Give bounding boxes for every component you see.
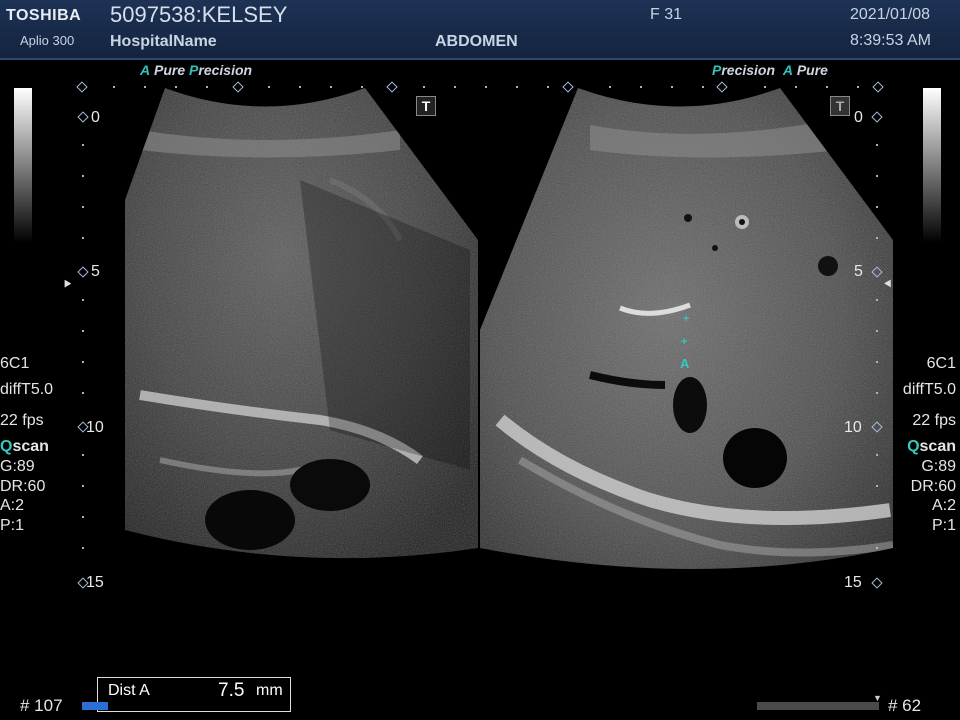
- left-frame-number: # 107: [20, 696, 63, 715]
- measurement-value: 7.5: [218, 680, 245, 701]
- scale-dot-marker: [702, 86, 704, 88]
- depth-dot-marker: [876, 175, 878, 177]
- scale-dot-marker: [113, 86, 115, 88]
- depth-label-5: 5: [91, 263, 100, 280]
- depth-dot-marker: [82, 206, 84, 208]
- cine-marker-icon: ▼: [873, 693, 882, 703]
- scale-dot-marker: [299, 86, 301, 88]
- a-label: A:2: [0, 497, 25, 514]
- right-sector-image: [480, 88, 893, 569]
- caliper-icon[interactable]: +: [681, 336, 687, 348]
- scale-dot-marker: [175, 86, 177, 88]
- grayscale-bar-left: [14, 88, 32, 243]
- probe-label-right: 6C1: [926, 355, 956, 372]
- depth-dot-marker: [82, 361, 84, 363]
- depth-label-5-right: 5: [854, 263, 863, 280]
- depth-label-15: 15: [86, 574, 104, 591]
- measurement-label: Dist A: [108, 682, 150, 699]
- scale-dot-marker: [826, 86, 828, 88]
- dynamic-range-label-right: DR:60: [910, 478, 956, 495]
- depth-dot-marker: [876, 392, 878, 394]
- scale-dot-marker: [144, 86, 146, 88]
- depth-label-15-right: 15: [844, 574, 862, 591]
- depth-dot-marker: [82, 392, 84, 394]
- depth-dot-marker: [82, 485, 84, 487]
- depth-dot-marker: [876, 485, 878, 487]
- scale-dot-marker: [764, 86, 766, 88]
- gain-label: G:89: [0, 458, 35, 475]
- depth-dot-marker: [876, 330, 878, 332]
- dynamic-range-label: DR:60: [0, 478, 46, 495]
- right-frame-number: # 62: [888, 696, 922, 715]
- depth-dot-marker: [82, 175, 84, 177]
- depth-dot-marker: [82, 237, 84, 239]
- focus-arrow-icon[interactable]: ⯈: [62, 276, 73, 293]
- mode-label-right: diffT5.0: [902, 381, 956, 398]
- depth-dot-marker: [876, 454, 878, 456]
- depth-label-0: 0: [91, 109, 100, 126]
- scale-dot-marker: [454, 86, 456, 88]
- depth-dot-marker: [82, 299, 84, 301]
- fps-label-right: 22 fps: [912, 412, 956, 429]
- caliper-label: A: [680, 356, 690, 371]
- depth-dot-marker: [876, 547, 878, 549]
- scale-dot-marker: [206, 86, 208, 88]
- caliper-icon[interactable]: +: [683, 313, 689, 325]
- a-label-right: A:2: [931, 497, 956, 514]
- p-label: P:1: [0, 517, 25, 534]
- depth-label-10-right: 10: [844, 419, 862, 436]
- scale-dot-marker: [516, 86, 518, 88]
- mode-label: diffT5.0: [0, 381, 54, 398]
- measurement-unit: mm: [256, 682, 283, 699]
- proc-label-left: A Pure Precision: [140, 62, 253, 78]
- scale-dot-marker: [485, 86, 487, 88]
- depth-dot-marker: [876, 144, 878, 146]
- depth-label-0-right: 0: [854, 109, 863, 126]
- depth-dot-marker: [82, 330, 84, 332]
- fps-label: 22 fps: [0, 412, 44, 429]
- scale-dot-marker: [423, 86, 425, 88]
- depth-dot-marker: [876, 361, 878, 363]
- depth-dot-marker: [876, 299, 878, 301]
- depth-dot-marker: [82, 144, 84, 146]
- scale-dot-marker: [795, 86, 797, 88]
- depth-dot-marker: [876, 237, 878, 239]
- focus-arrow-icon[interactable]: ⯇: [882, 276, 893, 293]
- scale-dot-marker: [671, 86, 673, 88]
- scale-dot-marker: [361, 86, 363, 88]
- left-sector-image: [125, 88, 478, 559]
- proc-label-right: Precision A Pure: [712, 62, 828, 78]
- scale-dot-marker: [268, 86, 270, 88]
- cine-progress-right[interactable]: [757, 702, 879, 710]
- depth-dot-marker: [82, 454, 84, 456]
- t-icon[interactable]: T: [830, 96, 850, 116]
- scale-dot-marker: [609, 86, 611, 88]
- scale-dot-marker: [640, 86, 642, 88]
- scale-dot-marker: [857, 86, 859, 88]
- t-icon[interactable]: T: [416, 96, 436, 116]
- gain-label-right: G:89: [921, 458, 956, 475]
- cine-progress-left[interactable]: [82, 702, 108, 710]
- measurement-box: Dist A 7.5 mm: [97, 677, 291, 712]
- probe-label: 6C1: [0, 355, 30, 372]
- qscan-label-right: Qscan: [907, 438, 956, 455]
- scale-dot-marker: [547, 86, 549, 88]
- depth-label-10: 10: [86, 419, 104, 436]
- qscan-label: Qscan: [0, 438, 49, 455]
- ultrasound-view: [125, 88, 893, 569]
- depth-dot-marker: [876, 206, 878, 208]
- p-label-right: P:1: [931, 517, 956, 534]
- depth-dot-marker: [82, 516, 84, 518]
- depth-dot-marker: [82, 547, 84, 549]
- scale-dot-marker: [330, 86, 332, 88]
- depth-dot-marker: [876, 516, 878, 518]
- grayscale-bar-right: [923, 88, 941, 243]
